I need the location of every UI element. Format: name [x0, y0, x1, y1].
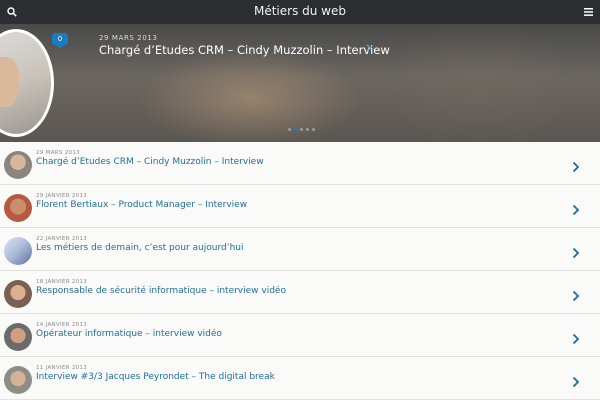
- hamburger-menu-icon[interactable]: [580, 4, 596, 20]
- chevron-right-icon[interactable]: [572, 201, 582, 216]
- article-thumbnail[interactable]: [4, 366, 32, 394]
- featured-slider[interactable]: 0 29 MARS 2013 Chargé d’Etudes CRM – Cin…: [0, 24, 600, 142]
- slider-dot[interactable]: [300, 128, 303, 131]
- article-thumbnail[interactable]: [4, 194, 32, 222]
- chevron-right-icon[interactable]: [572, 287, 582, 302]
- list-item[interactable]: 29 JANVIER 2013 Florent Bertiaux – Produc…: [0, 185, 600, 228]
- comment-count-badge[interactable]: 0: [52, 33, 68, 49]
- article-title[interactable]: Responsable de sécurité informatique – i…: [36, 286, 286, 296]
- slider-dot[interactable]: [306, 128, 309, 131]
- list-item[interactable]: 18 JANVIER 2013 Responsable de sécurité i…: [0, 271, 600, 314]
- article-date: 11 JANVIER 2013: [36, 365, 88, 371]
- chevron-right-icon[interactable]: [366, 44, 372, 55]
- article-date: 14 JANVIER 2013: [36, 322, 88, 328]
- site-title[interactable]: Métiers du web: [0, 4, 600, 18]
- slider-dot[interactable]: [288, 128, 291, 131]
- article-title[interactable]: Opérateur informatique – interview vidéo: [36, 329, 222, 339]
- chevron-right-icon[interactable]: [572, 158, 582, 173]
- slider-pagination: [288, 128, 315, 131]
- article-title[interactable]: Les métiers de demain, c’est pour aujour…: [36, 243, 244, 253]
- article-thumbnail[interactable]: [4, 323, 32, 351]
- article-list: 29 MARS 2013 Chargé d’Etudes CRM – Cindy …: [0, 142, 600, 400]
- chevron-right-icon[interactable]: [572, 244, 582, 259]
- article-date: 18 JANVIER 2013: [36, 279, 88, 285]
- featured-title[interactable]: Chargé d’Etudes CRM – Cindy Muzzolin – I…: [99, 43, 390, 57]
- top-bar: Métiers du web: [0, 0, 600, 24]
- list-item[interactable]: 29 MARS 2013 Chargé d’Etudes CRM – Cindy …: [0, 142, 600, 185]
- slider-dot[interactable]: [294, 128, 297, 131]
- list-item[interactable]: 14 JANVIER 2013 Opérateur informatique – …: [0, 314, 600, 357]
- featured-date: 29 MARS 2013: [99, 34, 158, 42]
- article-title[interactable]: Interview #3/3 Jacques Peyrondet – The d…: [36, 372, 275, 382]
- article-thumbnail[interactable]: [4, 237, 32, 265]
- chevron-right-icon[interactable]: [572, 330, 582, 345]
- article-date: 29 MARS 2013: [36, 150, 80, 156]
- list-item[interactable]: 11 JANVIER 2013 Interview #3/3 Jacques Pe…: [0, 357, 600, 400]
- article-thumbnail[interactable]: [4, 280, 32, 308]
- article-title[interactable]: Chargé d’Etudes CRM – Cindy Muzzolin – I…: [36, 157, 264, 167]
- chevron-right-icon[interactable]: [572, 373, 582, 388]
- article-date: 29 JANVIER 2013: [36, 193, 88, 199]
- slider-dot[interactable]: [312, 128, 315, 131]
- list-item[interactable]: 22 JANVIER 2013 Les métiers de demain, c’…: [0, 228, 600, 271]
- article-title[interactable]: Florent Bertiaux – Product Manager – Int…: [36, 200, 247, 210]
- article-date: 22 JANVIER 2013: [36, 236, 88, 242]
- featured-author-photo[interactable]: [0, 29, 54, 137]
- article-thumbnail[interactable]: [4, 151, 32, 179]
